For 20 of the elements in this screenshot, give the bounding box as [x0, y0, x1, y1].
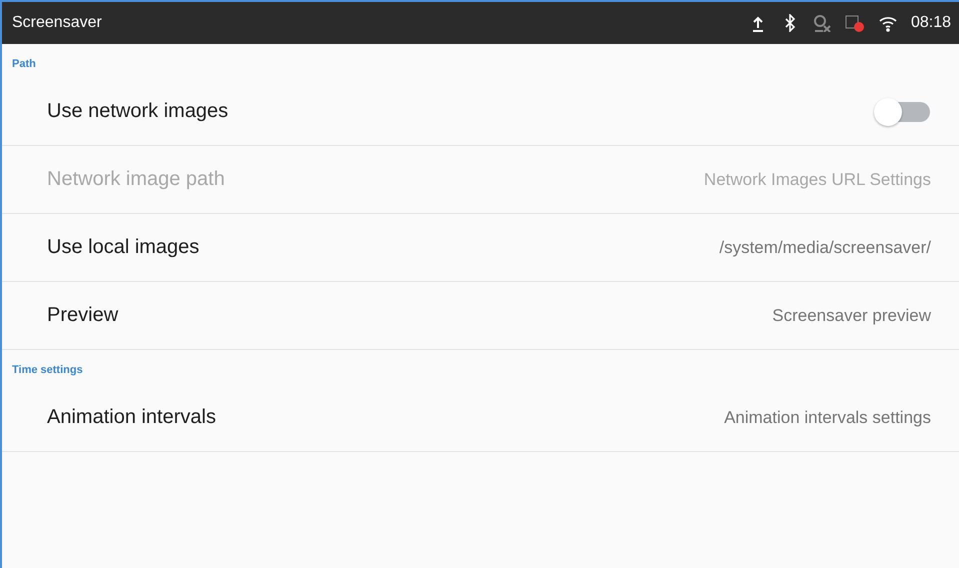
clock-time: 08:18 — [910, 14, 951, 32]
settings-row[interactable]: Use local images /system/media/screensaver/ — [2, 214, 959, 282]
setting-label: Network image path — [47, 168, 225, 191]
settings-row[interactable]: Animation intervals Animation intervals settings — [2, 384, 959, 452]
setting-label: Use local images — [47, 236, 200, 259]
settings-row[interactable]: Preview Screensaver preview — [2, 282, 959, 350]
setting-value: /system/media/screensaver/ — [719, 238, 931, 258]
setting-value: Network Images URL Settings — [704, 170, 931, 190]
setting-label: Use network images — [47, 100, 228, 123]
location-off-icon — [812, 14, 831, 32]
screen-title: Screensaver — [12, 14, 102, 32]
setting-value: Animation intervals settings — [724, 408, 931, 428]
setting-value: Screensaver preview — [772, 306, 931, 326]
network-error-icon — [844, 14, 865, 32]
section-header: Time settings — [11, 363, 83, 378]
wifi-icon — [878, 14, 897, 32]
section-header: Path — [11, 57, 36, 72]
settings-row[interactable]: Use network images — [2, 78, 959, 146]
setting-label: Animation intervals — [47, 406, 216, 429]
setting-label: Preview — [47, 304, 118, 327]
